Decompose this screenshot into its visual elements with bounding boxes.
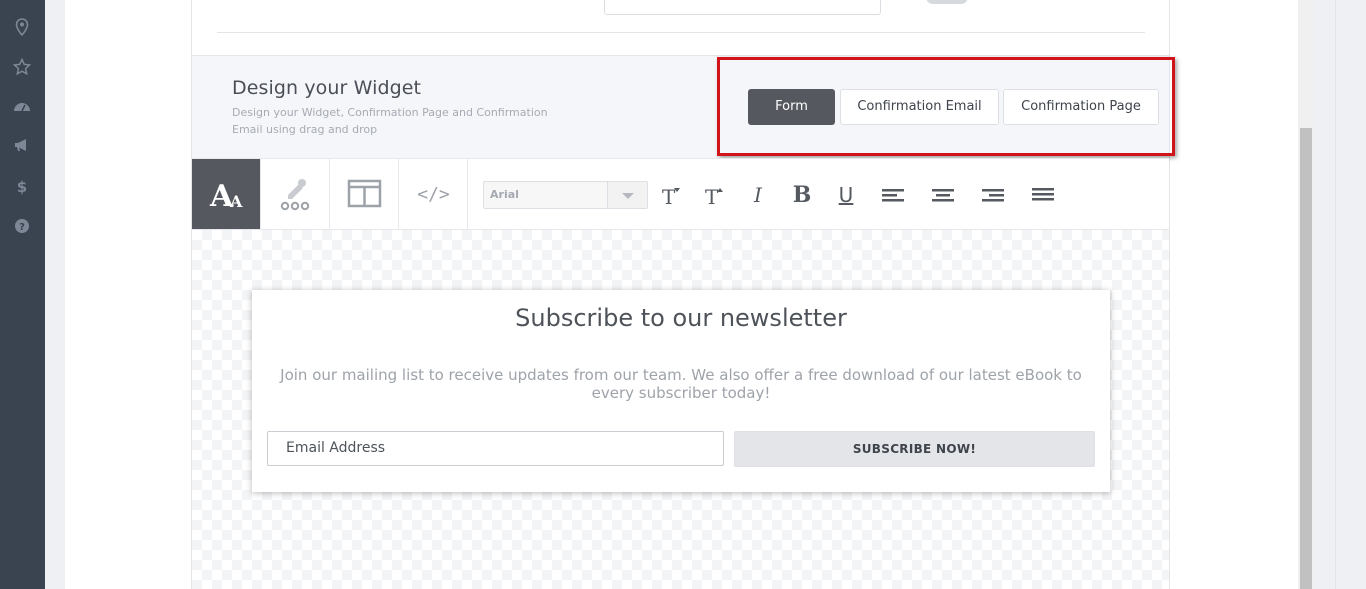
tab-form[interactable]: Form: [748, 89, 835, 125]
increase-font-size-button[interactable]: T: [700, 180, 728, 210]
tab-confirmation-email[interactable]: Confirmation Email: [840, 89, 999, 125]
settings-toggle[interactable]: [926, 0, 968, 4]
dollar-icon[interactable]: $: [12, 177, 32, 197]
increase-size-icon: T: [705, 185, 723, 209]
font-family-value: Arial: [490, 188, 519, 201]
settings-input[interactable]: [604, 0, 881, 15]
layout-icon: [347, 179, 382, 208]
align-center-icon: [932, 189, 954, 202]
page-background: [45, 0, 65, 589]
align-left-button[interactable]: [879, 180, 907, 210]
divider: [217, 32, 1145, 33]
align-justify-button[interactable]: [1029, 180, 1057, 210]
page-background-right: [1314, 0, 1366, 589]
subscribe-button[interactable]: SUBSCRIBE NOW!: [734, 431, 1095, 467]
underline-button[interactable]: U: [832, 180, 860, 210]
svg-text:T: T: [705, 185, 719, 209]
svg-text:</>: </>: [417, 184, 450, 205]
left-sidebar: $ ?: [0, 0, 45, 589]
layout-tab[interactable]: [330, 159, 399, 229]
svg-text:T: T: [662, 185, 676, 209]
color-picker-tab[interactable]: [261, 159, 330, 229]
code-tab[interactable]: </>: [399, 159, 468, 229]
star-icon[interactable]: [12, 57, 32, 78]
text-style-icon: A A: [209, 179, 243, 214]
widget-title[interactable]: Subscribe to our newsletter: [252, 304, 1110, 332]
font-family-select[interactable]: Arial: [483, 181, 648, 209]
color-picker-icon: [280, 179, 310, 211]
email-field[interactable]: Email Address: [267, 431, 724, 466]
decrease-size-icon: T: [662, 185, 680, 209]
italic-button[interactable]: I: [744, 180, 772, 210]
dashboard-icon[interactable]: [12, 98, 32, 118]
align-right-icon: [982, 189, 1004, 202]
tab-confirmation-page[interactable]: Confirmation Page: [1003, 89, 1159, 125]
align-left-icon: [882, 189, 904, 202]
chevron-down-icon[interactable]: [607, 182, 647, 208]
page-title: Design your Widget: [232, 77, 422, 99]
bold-button[interactable]: B: [788, 180, 816, 210]
align-right-button[interactable]: [979, 180, 1007, 210]
code-icon: </>: [417, 184, 450, 205]
text-style-tab[interactable]: A A: [192, 159, 261, 229]
map-pin-icon[interactable]: [12, 18, 32, 38]
help-icon[interactable]: ?: [12, 218, 32, 238]
widget-description[interactable]: Join our mailing list to receive updates…: [266, 366, 1096, 402]
svg-text:A: A: [229, 192, 243, 211]
align-center-button[interactable]: [929, 180, 957, 210]
page-subtitle: Design your Widget, Confirmation Page an…: [232, 106, 548, 136]
align-justify-icon: [1032, 188, 1054, 201]
megaphone-icon[interactable]: [12, 137, 32, 157]
decrease-font-size-button[interactable]: T: [657, 180, 685, 210]
divider: [1335, 0, 1336, 589]
svg-text:?: ?: [19, 222, 25, 233]
scrollbar-thumb[interactable]: [1300, 128, 1312, 589]
